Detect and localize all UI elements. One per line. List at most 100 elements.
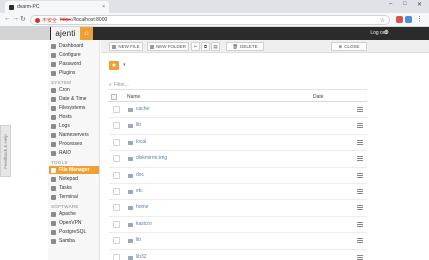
extension-icon[interactable] — [396, 16, 403, 23]
sidebar-item-datetime[interactable]: Date & Time — [51, 95, 99, 103]
new-folder-button[interactable]: NEW FOLDER — [147, 42, 189, 51]
row-menu-icon[interactable] — [357, 156, 363, 162]
table-row[interactable]: kasicro — [109, 217, 367, 234]
filter-input[interactable]: ⌕ Filter... — [109, 81, 367, 90]
file-name[interactable]: doc — [136, 172, 144, 178]
address-bar[interactable]: 不安全 https ://localhost:8000 ☆ — [30, 15, 390, 25]
row-menu-icon[interactable] — [357, 254, 363, 260]
row-checkbox[interactable] — [113, 155, 120, 163]
sidebar-item-plugins[interactable]: Plugins — [51, 69, 99, 77]
sidebar-item-file-manager[interactable]: File Manager — [49, 166, 99, 174]
row-menu-icon[interactable] — [357, 221, 363, 227]
file-name[interactable]: home — [136, 204, 149, 210]
sidebar-item-label: Tasks — [59, 185, 72, 191]
sidebar-item-configure[interactable]: Configure — [51, 51, 99, 59]
file-name[interactable]: lib32 — [136, 254, 147, 260]
row-checkbox[interactable] — [113, 237, 120, 245]
row-checkbox[interactable] — [113, 171, 120, 179]
close-button[interactable]: ⊗ CLOSE — [331, 42, 367, 51]
sidebar-item-password[interactable]: Password — [51, 60, 99, 68]
bookmark-star-icon[interactable]: ☆ — [380, 17, 385, 24]
table-row[interactable]: home — [109, 200, 367, 217]
sidebar-item-dashboard[interactable]: Dashboard — [51, 42, 99, 50]
file-name[interactable]: etc — [136, 188, 143, 194]
folder-icon — [128, 157, 133, 162]
sidebar-item-tasks[interactable]: Tasks — [51, 184, 99, 192]
file-name[interactable]: cache — [136, 106, 149, 112]
new-file-button[interactable]: NEW FILE — [109, 42, 143, 51]
back-icon[interactable]: ← — [4, 15, 11, 22]
feedback-tab[interactable]: Feedback & Help — [0, 125, 11, 177]
new-file-label: NEW FILE — [118, 44, 140, 49]
table-row[interactable]: lib32 — [109, 250, 367, 260]
column-header-name[interactable]: Name — [127, 94, 140, 100]
browser-menu-icon[interactable]: ⋮ — [416, 15, 423, 23]
row-checkbox[interactable] — [113, 187, 120, 195]
sidebar-item-raid[interactable]: RAID — [51, 149, 99, 157]
row-checkbox[interactable] — [113, 122, 120, 130]
gear-icon[interactable]: ⚙ — [384, 29, 389, 36]
sidebar-item-processes[interactable]: Processes — [51, 140, 99, 148]
row-checkbox[interactable] — [113, 106, 120, 113]
row-menu-icon[interactable] — [357, 107, 363, 112]
sidebar-item-hosts[interactable]: Hosts — [51, 113, 99, 121]
home-icon[interactable]: ⌂ — [80, 27, 93, 40]
window-close-icon[interactable]: ✕ — [417, 1, 422, 8]
tab-close-icon[interactable]: × — [102, 4, 105, 10]
row-checkbox[interactable] — [113, 220, 120, 228]
sidebar-item-cron[interactable]: Cron — [51, 86, 99, 94]
row-checkbox[interactable] — [113, 204, 120, 212]
minimize-icon[interactable]: – — [389, 1, 392, 7]
forward-icon[interactable]: → — [12, 15, 19, 22]
table-row[interactable]: lib — [109, 118, 367, 135]
sidebar-item-label: Filesystems — [59, 105, 86, 111]
sidebar-item-postgresql[interactable]: PostgreSQL — [51, 228, 99, 236]
folder-icon — [128, 189, 133, 194]
cut-button[interactable]: ✂ — [191, 42, 200, 51]
brand-logo[interactable]: ajenti — [51, 27, 80, 40]
sidebar-item-nameservers[interactable]: Nameservers — [51, 131, 99, 139]
folder-plus-icon — [149, 44, 154, 49]
browser-tab[interactable]: dvarm-PC × — [5, 1, 109, 13]
row-menu-icon[interactable] — [357, 172, 363, 178]
column-header-date[interactable]: Date — [313, 94, 324, 100]
sidebar-item-openvpn[interactable]: OpenVPN — [51, 219, 99, 227]
row-menu-icon[interactable] — [357, 205, 363, 211]
table-row[interactable]: diskmirror.img — [109, 151, 367, 168]
sidebar-item-notepad[interactable]: Notepad — [51, 175, 99, 183]
table-row[interactable]: lib — [109, 233, 367, 250]
select-all-checkbox[interactable] — [111, 94, 117, 100]
maximize-icon[interactable]: □ — [403, 1, 407, 7]
puzzle-icon — [51, 70, 56, 76]
bookmarks-button[interactable]: ★ — [109, 61, 119, 70]
file-name[interactable]: lib — [136, 237, 141, 243]
edit-icon — [51, 176, 56, 182]
sidebar-item-samba[interactable]: Samba — [51, 237, 99, 245]
table-row[interactable]: doc — [109, 168, 367, 184]
table-row[interactable]: etc — [109, 184, 367, 201]
chevron-down-icon[interactable]: ▾ — [123, 62, 126, 68]
copy-button[interactable]: ⧉ — [201, 42, 210, 51]
row-checkbox[interactable] — [113, 253, 120, 260]
extension-icon[interactable] — [405, 16, 412, 23]
paste-button[interactable]: ▤ — [211, 42, 220, 51]
sidebar-item-apache[interactable]: Apache — [51, 210, 99, 218]
row-menu-icon[interactable] — [357, 123, 363, 129]
sidebar-item-filesystems[interactable]: Filesystems — [51, 104, 99, 112]
row-menu-icon[interactable] — [357, 188, 363, 194]
row-menu-icon[interactable] — [357, 139, 363, 145]
delete-button[interactable]: 🗑 DELETE — [226, 42, 264, 51]
row-menu-icon[interactable] — [357, 238, 363, 244]
file-name[interactable]: local — [136, 139, 146, 145]
row-checkbox[interactable] — [113, 138, 120, 146]
table-row[interactable]: cache — [109, 102, 367, 119]
list-icon — [51, 123, 56, 129]
file-name[interactable]: lib — [136, 122, 141, 128]
file-name[interactable]: kasicro — [136, 221, 152, 227]
folder-icon — [128, 206, 133, 211]
sidebar-item-logs[interactable]: Logs — [51, 122, 99, 130]
sidebar-item-terminal[interactable]: Terminal — [51, 193, 99, 201]
table-row[interactable]: local — [109, 135, 367, 152]
file-name[interactable]: diskmirror.img — [136, 155, 167, 161]
reload-icon[interactable]: ↻ — [20, 15, 26, 23]
